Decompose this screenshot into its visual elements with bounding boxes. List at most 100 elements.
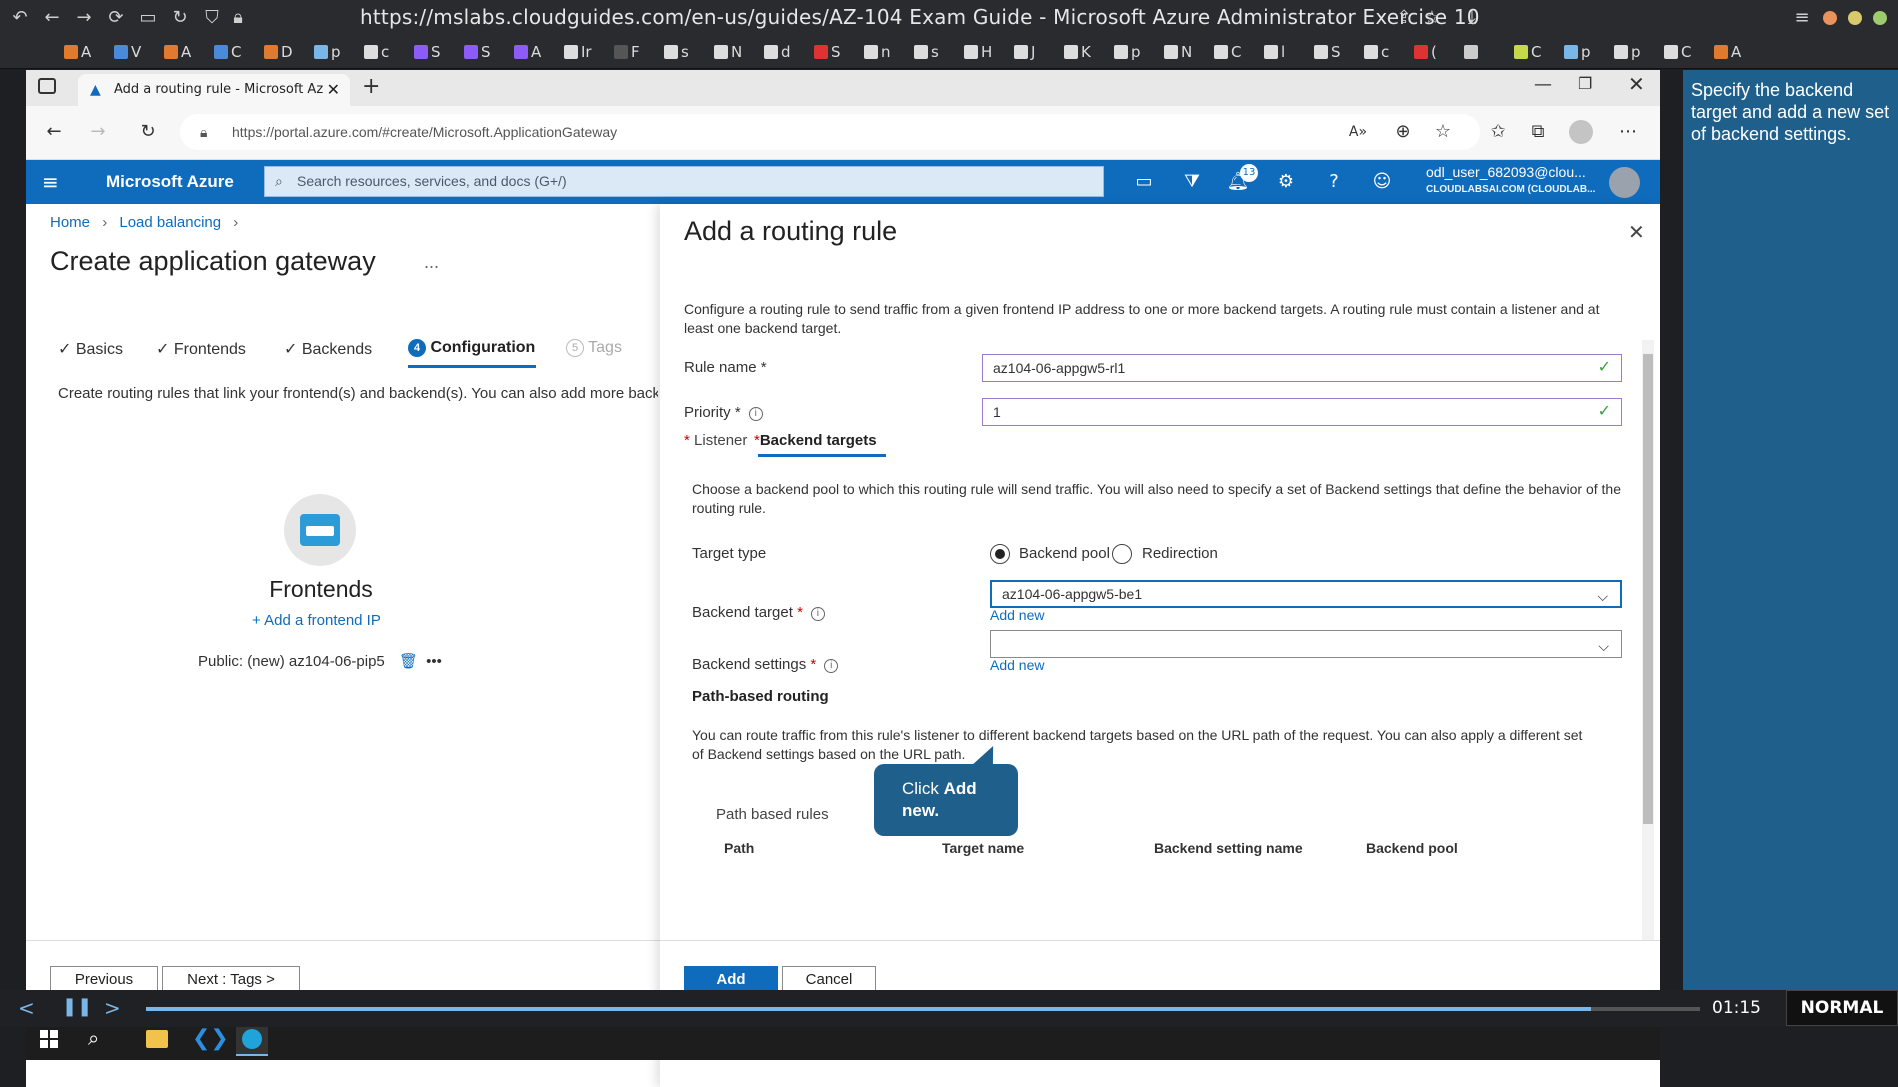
radio-backend-pool-label[interactable]: Backend pool	[1019, 545, 1110, 562]
star-icon[interactable]: ☆	[1420, 6, 1444, 30]
next-step-icon[interactable]: >	[104, 996, 121, 1020]
bookmark-item[interactable]: K	[1064, 41, 1091, 63]
more-icon[interactable]: ⋯	[1616, 120, 1640, 144]
bookmark-item[interactable]: N	[714, 41, 742, 63]
bookmark-item[interactable]: A	[514, 41, 541, 63]
info-icon[interactable]: i	[810, 607, 825, 621]
sync-icon[interactable]: ⟳	[104, 6, 128, 30]
azure-search-input[interactable]: ⌕ Search resources, services, and docs (…	[264, 166, 1104, 197]
bookmark-item[interactable]: p	[1564, 41, 1591, 63]
bookmark-item[interactable]: c	[1364, 41, 1389, 63]
hamburger-menu-icon[interactable]: ≡	[42, 170, 59, 194]
tab-basics[interactable]: ✓ Basics	[58, 339, 123, 359]
info-icon[interactable]: i	[748, 407, 763, 421]
cloud-shell-icon[interactable]: ▭	[1132, 170, 1156, 194]
close-window-icon[interactable]: ✕	[1628, 72, 1645, 96]
breadcrumb-load-balancing[interactable]: Load balancing	[119, 214, 221, 231]
bookmark-item[interactable]: C	[214, 41, 241, 63]
radio-redirection[interactable]	[1112, 544, 1132, 564]
favorite-icon[interactable]: ☆	[1431, 120, 1455, 144]
bookmark-item[interactable]: p	[1114, 41, 1141, 63]
add-frontend-ip-link[interactable]: + Add a frontend IP	[252, 612, 381, 629]
rule-name-input[interactable]: az104-06-appgw5-rl1 ✓	[982, 354, 1622, 382]
bookmark-item[interactable]: A	[64, 41, 91, 63]
tab-frontends[interactable]: ✓ Frontends	[156, 339, 246, 359]
bookmark-item[interactable]: N	[1164, 41, 1192, 63]
bookmark-item[interactable]: V	[114, 41, 141, 63]
refresh-icon[interactable]: ↻	[136, 120, 160, 144]
forward-icon[interactable]: →	[72, 6, 96, 30]
reload-icon[interactable]: ↻	[168, 6, 192, 30]
bookmark-item[interactable]: Ir	[564, 41, 592, 63]
zoom-icon[interactable]: ⊕	[1391, 120, 1415, 144]
panel-scrollbar[interactable]	[1642, 340, 1654, 940]
edge-tab[interactable]: ▲ Add a routing rule - Microsoft Az ✕	[78, 74, 350, 106]
host-url[interactable]: https://mslabs.cloudguides.com/en-us/gui…	[360, 5, 1480, 29]
tab-backends[interactable]: ✓ Backends	[284, 339, 372, 359]
add-new-backend-target-link[interactable]: Add new	[990, 607, 1044, 623]
bookmark-item[interactable]: C	[1514, 41, 1541, 63]
bookmark-item[interactable]: A	[1714, 41, 1741, 63]
minimize-icon[interactable]: —	[1534, 74, 1552, 95]
backend-target-select[interactable]: az104-06-appgw5-be1 ⌵	[990, 580, 1622, 608]
search-icon[interactable]: ⌕	[88, 1026, 99, 1050]
file-explorer-icon[interactable]	[146, 1030, 168, 1048]
vscode-icon[interactable]: ❮❯	[192, 1026, 229, 1051]
back-history-icon[interactable]: ↶	[8, 6, 32, 30]
restore-icon[interactable]: ❐	[1578, 74, 1592, 93]
backend-settings-select[interactable]: ⌵	[990, 630, 1622, 658]
windows-start-icon[interactable]	[40, 1030, 58, 1048]
previous-step-icon[interactable]: <	[18, 996, 35, 1020]
feedback-icon[interactable]: ☺	[1370, 170, 1394, 194]
more-options-icon[interactable]: ...	[424, 252, 439, 273]
tab-backend-targets[interactable]: *Backend targets	[754, 432, 886, 457]
bookmark-item[interactable]: n	[864, 41, 891, 63]
bookmark-item[interactable]: F	[614, 41, 640, 63]
menu-icon[interactable]: ≡	[1790, 6, 1814, 30]
back-icon[interactable]: ←	[42, 120, 66, 144]
avatar[interactable]	[1609, 167, 1640, 198]
playback-mode[interactable]: NORMAL	[1786, 990, 1898, 1026]
new-tab-icon[interactable]: +	[362, 74, 380, 99]
help-icon[interactable]: ?	[1322, 170, 1346, 194]
collections-icon[interactable]: ⧉	[1526, 120, 1550, 144]
bookmark-item[interactable]: C	[1664, 41, 1691, 63]
scrollbar-thumb[interactable]	[1643, 354, 1653, 824]
bookmark-item[interactable]: c	[364, 41, 389, 63]
window-minimize-icon[interactable]	[1848, 11, 1862, 25]
favorites-icon[interactable]: ✩	[1486, 120, 1510, 144]
bookmark-item[interactable]: A	[164, 41, 191, 63]
bookmark-item[interactable]: (	[1414, 41, 1437, 63]
tab-configuration[interactable]: 4 Configuration	[408, 339, 536, 368]
pause-icon[interactable]: ❚❚	[62, 996, 92, 1017]
share-icon[interactable]: ⇪	[1392, 6, 1416, 30]
forward-icon[interactable]: →	[86, 120, 110, 144]
read-aloud-icon[interactable]: A»	[1346, 120, 1370, 144]
bookmark-item[interactable]: S	[814, 41, 841, 63]
tab-actions-icon[interactable]	[38, 78, 56, 94]
bookmark-item[interactable]: D	[264, 41, 293, 63]
directory-filter-icon[interactable]: ⧩	[1180, 170, 1204, 194]
bookmark-item[interactable]: l	[1264, 41, 1285, 63]
close-panel-icon[interactable]: ✕	[1628, 220, 1645, 245]
bookmark-item[interactable]: p	[314, 41, 341, 63]
bookmark-item[interactable]: H	[964, 41, 992, 63]
radio-redirection-label[interactable]: Redirection	[1142, 545, 1218, 562]
bookmark-item[interactable]: S	[464, 41, 491, 63]
window-maximize-icon[interactable]	[1873, 11, 1887, 25]
bookmark-item[interactable]: C	[1214, 41, 1241, 63]
window-close-icon[interactable]	[1823, 11, 1837, 25]
bookmark-item[interactable]: d	[764, 41, 791, 63]
add-new-backend-settings-link[interactable]: Add new	[990, 657, 1044, 673]
bookmark-item[interactable]: p	[1614, 41, 1641, 63]
bookmark-item[interactable]	[1464, 41, 1481, 63]
bookmark-item[interactable]: S	[1314, 41, 1341, 63]
progress-track[interactable]	[146, 1007, 1700, 1011]
settings-icon[interactable]: ⚙	[1274, 170, 1298, 194]
bookmark-item[interactable]: S	[414, 41, 441, 63]
bookmark-item[interactable]: s	[664, 41, 689, 63]
edge-taskbar-icon[interactable]	[236, 1024, 268, 1056]
tab-listener[interactable]: * Listener	[684, 432, 747, 449]
more-icon[interactable]: •••	[426, 653, 442, 670]
reader-icon[interactable]: ▭	[136, 6, 160, 30]
